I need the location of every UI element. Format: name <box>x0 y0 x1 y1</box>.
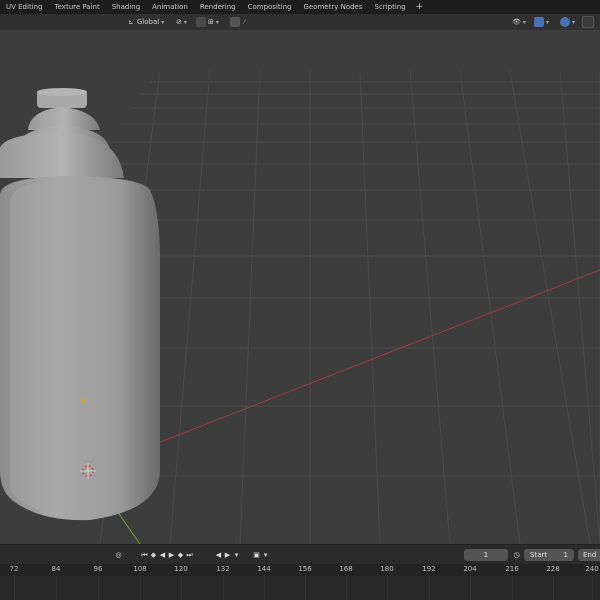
tab-scripting[interactable]: Scripting <box>369 0 412 14</box>
grid-line <box>470 576 471 600</box>
playback-controls: ⏮ ◆ ◀ ▶ ◆ ⏭ <box>140 549 194 561</box>
preview-range-toggle[interactable]: ◷ <box>512 549 521 561</box>
gizmo-toggle[interactable]: ▾ <box>534 16 549 28</box>
jump-end-icon[interactable]: ⏭ <box>185 550 194 561</box>
transform-orientation-dropdown[interactable]: ⊾ Global ▾ <box>128 16 164 28</box>
grid-line <box>512 576 513 600</box>
ruler-tick: 240 <box>585 565 599 573</box>
pivot-icon: ⊘ <box>176 18 182 26</box>
visibility-dropdown[interactable]: 👁 ▾ <box>512 16 526 28</box>
eye-icon: 👁 <box>512 18 521 26</box>
grid-line <box>56 576 57 600</box>
xray-icon <box>582 16 594 28</box>
transform-orientation-label: Global <box>136 18 160 26</box>
frame-ruler[interactable]: 72 84 96 108 120 132 144 156 168 180 192… <box>0 564 600 577</box>
pivot-point-dropdown[interactable]: ⊘ ▾ <box>176 16 187 28</box>
proportional-edit-icon <box>230 17 240 27</box>
end-frame-field[interactable]: End <box>578 549 600 561</box>
grid-line <box>14 576 15 600</box>
prev-keyframe-icon[interactable]: ◆ <box>149 550 158 561</box>
grid-line <box>264 576 265 600</box>
3d-viewport[interactable] <box>0 30 600 544</box>
grid-line <box>305 576 306 600</box>
start-frame-field[interactable]: Start 1 <box>524 549 574 561</box>
ruler-tick: 120 <box>174 565 188 573</box>
clock-icon: ◷ <box>513 550 520 559</box>
view-dropdown[interactable]: ▣ ▾ <box>252 549 270 561</box>
ruler-tick: 108 <box>133 565 147 573</box>
tab-shading[interactable]: Shading <box>106 0 146 14</box>
grid-line <box>140 576 141 600</box>
snap-toggle[interactable]: ⊞ ▾ <box>196 16 219 28</box>
start-label: Start <box>530 551 548 559</box>
next-key-icon[interactable]: ▶ <box>223 550 232 561</box>
tab-rendering[interactable]: Rendering <box>194 0 242 14</box>
grid-line <box>181 576 182 600</box>
tab-uv-editing[interactable]: UV Editing <box>0 0 49 14</box>
chevron-down-icon: ▾ <box>522 18 526 26</box>
keyframe-nav: ◀ ▶ ▾ <box>214 549 241 561</box>
viewport-canvas <box>0 30 600 544</box>
view-icon: ▣ <box>253 550 260 559</box>
ruler-tick: 192 <box>422 565 436 573</box>
tab-animation[interactable]: Animation <box>146 0 194 14</box>
keying-controls[interactable]: ◎ <box>114 549 123 561</box>
object-origin-dot <box>81 398 85 402</box>
overlays-toggle[interactable]: ▾ <box>560 16 575 28</box>
overlays-icon <box>560 17 570 27</box>
workspace-tabs-bar: UV Editing Texture Paint Shading Animati… <box>0 0 600 14</box>
ruler-tick: 228 <box>546 565 560 573</box>
grid-line <box>387 576 388 600</box>
start-value: 1 <box>563 551 568 559</box>
ruler-tick: 96 <box>93 565 103 573</box>
tab-compositing[interactable]: Compositing <box>242 0 298 14</box>
proportional-edit-toggle[interactable]: ⁄ <box>230 16 245 28</box>
chevron-down-icon[interactable]: ▾ <box>232 550 241 561</box>
ruler-tick: 204 <box>463 565 477 573</box>
chevron-down-icon: ▾ <box>546 18 550 26</box>
end-label: End <box>583 551 597 559</box>
current-frame-field[interactable]: 1 <box>464 549 508 561</box>
ruler-tick: 72 <box>9 565 19 573</box>
magnet-icon <box>196 17 206 27</box>
record-icon[interactable]: ◎ <box>114 550 123 561</box>
grid-line <box>429 576 430 600</box>
viewport-header: ⊾ Global ▾ ⊘ ▾ ⊞ ▾ ⁄ 👁 ▾ ▾ ▾ <box>0 14 600 30</box>
play-icon[interactable]: ▶ <box>167 550 176 561</box>
current-frame-value: 1 <box>483 551 489 559</box>
ruler-tick: 156 <box>298 565 312 573</box>
snap-target-icon: ⊞ <box>208 18 214 26</box>
jump-start-icon[interactable]: ⏮ <box>140 550 149 561</box>
grid-line <box>223 576 224 600</box>
chevron-down-icon: ▾ <box>161 18 165 26</box>
play-reverse-icon[interactable]: ◀ <box>158 550 167 561</box>
next-keyframe-icon[interactable]: ◆ <box>176 550 185 561</box>
grid-line <box>553 576 554 600</box>
timeline-header: ◎ ⏮ ◆ ◀ ▶ ◆ ⏭ ◀ ▶ ▾ ▣ ▾ 1 ◷ Start 1 End <box>0 544 600 565</box>
grid-line <box>592 576 593 600</box>
tab-geometry-nodes[interactable]: Geometry Nodes <box>297 0 368 14</box>
chevron-down-icon: ▾ <box>215 18 219 26</box>
ruler-tick: 180 <box>380 565 394 573</box>
ruler-tick: 216 <box>505 565 519 573</box>
orientation-icon: ⊾ <box>128 18 134 26</box>
ruler-tick: 84 <box>51 565 61 573</box>
ruler-tick: 168 <box>339 565 353 573</box>
ruler-tick: 132 <box>216 565 230 573</box>
ruler-tick: 144 <box>257 565 271 573</box>
gizmo-icon <box>534 17 544 27</box>
chevron-down-icon: ▾ <box>572 18 576 26</box>
tab-texture-paint[interactable]: Texture Paint <box>49 0 106 14</box>
grid-line <box>346 576 347 600</box>
chevron-down-icon: ▾ <box>183 18 187 26</box>
xray-toggle[interactable] <box>582 16 594 28</box>
falloff-icon: ⁄ <box>244 18 246 26</box>
add-workspace-button[interactable]: + <box>412 0 428 14</box>
timeline-tracks[interactable] <box>0 576 600 600</box>
prev-key-icon[interactable]: ◀ <box>214 550 223 561</box>
chevron-down-icon: ▾ <box>263 550 268 559</box>
grid-line <box>98 576 99 600</box>
